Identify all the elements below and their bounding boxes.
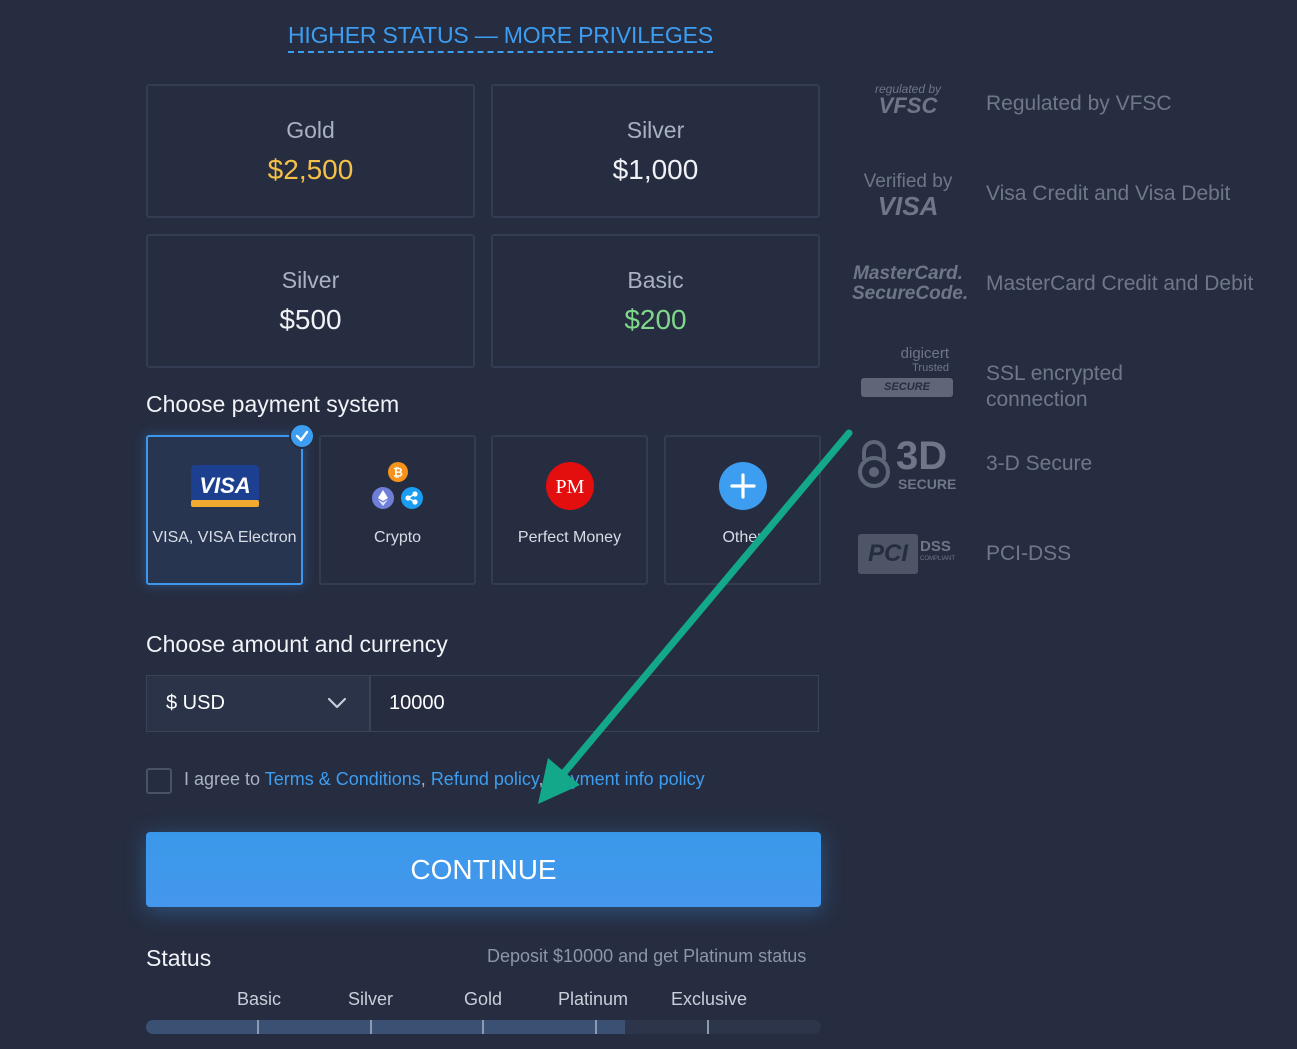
progress-tick <box>595 1020 597 1034</box>
logo-text: Verified by <box>863 171 953 192</box>
tier-name: Silver <box>626 116 685 143</box>
visa-icon: VISA <box>190 461 260 511</box>
tier-card-silver-500[interactable]: Silver $500 <box>146 234 475 368</box>
logo-text: SECURE <box>898 476 957 492</box>
agree-separator: , <box>420 769 431 789</box>
vfsc-icon: regulated by VFSC <box>858 82 958 118</box>
trust-label-pci-dss: PCI-DSS <box>986 542 1072 565</box>
status-progress-fill <box>146 1020 626 1034</box>
progress-tick <box>482 1020 484 1034</box>
svg-text:₿: ₿ <box>393 466 403 480</box>
logo-text: 3D <box>896 434 948 478</box>
plus-icon <box>718 461 768 511</box>
terms-link[interactable]: Terms & Conditions <box>265 769 421 789</box>
tier-name: Gold <box>286 116 335 143</box>
svg-text:PM: PM <box>555 476 584 498</box>
payment-method-perfect-money[interactable]: PM Perfect Money <box>491 435 648 585</box>
pci-dss-icon: PCI DSS COMPLIANT <box>858 534 962 574</box>
payment-method-crypto[interactable]: ₿ Crypto <box>319 435 476 585</box>
logo-text: VFSC <box>878 93 938 118</box>
higher-status-link[interactable]: HIGHER STATUS — MORE PRIVILEGES <box>288 22 713 53</box>
selected-check-icon <box>289 423 315 449</box>
logo-text: Trusted <box>912 362 949 374</box>
progress-tick <box>257 1020 259 1034</box>
tier-card-silver-1000[interactable]: Silver $1,000 <box>491 84 820 218</box>
logo-text: PCI <box>858 534 918 574</box>
continue-button[interactable]: CONTINUE <box>146 832 821 907</box>
status-note: Deposit $10000 and get Platinum status <box>487 946 807 966</box>
tier-card-gold[interactable]: Gold $2,500 <box>146 84 475 218</box>
tier-name: Basic <box>627 266 684 293</box>
tier-amount: $200 <box>624 303 687 335</box>
status-stage-platinum: Platinum <box>558 989 629 1009</box>
logo-text: COMPLIANT <box>920 556 956 562</box>
tier-card-basic[interactable]: Basic $200 <box>491 234 820 368</box>
currency-select[interactable]: $ USD <box>146 675 370 732</box>
logo-text: DSS <box>920 538 951 555</box>
status-title: Status <box>146 945 212 971</box>
chevron-down-icon <box>327 692 347 715</box>
refund-policy-link[interactable]: Refund policy <box>431 769 539 789</box>
progress-tick <box>707 1020 709 1034</box>
payment-method-label: Other <box>722 529 763 546</box>
payment-section-title: Choose payment system <box>146 391 400 417</box>
agree-separator: , <box>538 769 549 789</box>
perfect-money-icon: PM <box>545 461 595 511</box>
payment-method-other[interactable]: Other <box>664 435 821 585</box>
payment-method-visa[interactable]: VISA VISA, VISA Electron <box>146 423 315 585</box>
logo-text: VISA <box>877 191 939 221</box>
logo-text: SecureCode. <box>852 283 969 304</box>
status-stage-silver: Silver <box>348 989 394 1009</box>
crypto-icon: ₿ <box>368 461 428 511</box>
mastercard-securecode-icon: MasterCard. SecureCode. <box>852 263 969 304</box>
verified-by-visa-icon: Verified by VISA <box>856 171 960 219</box>
tier-amount: $2,500 <box>267 153 354 185</box>
payment-method-label: Perfect Money <box>517 529 622 546</box>
progress-tick <box>370 1020 372 1034</box>
amount-section-title: Choose amount and currency <box>146 631 448 657</box>
logo-text: MasterCard. <box>853 263 963 284</box>
agree-text: I agree to Terms & Conditions, Refund po… <box>184 769 705 790</box>
trust-label-ssl: SSL encrypted connection <box>986 362 1123 411</box>
amount-input[interactable] <box>370 675 819 732</box>
payment-info-policy-link[interactable]: Payment info policy <box>549 769 705 789</box>
payment-method-label: Crypto <box>373 529 422 546</box>
trust-label-mastercard: MasterCard Credit and Debit <box>986 272 1254 295</box>
agree-prefix: I agree to <box>184 769 265 789</box>
tier-amount: $500 <box>279 303 342 335</box>
logo-text: SECURE <box>861 378 953 397</box>
status-stage-basic: Basic <box>237 989 282 1009</box>
trust-label-3d-secure: 3-D Secure <box>986 452 1093 475</box>
digicert-icon: digicert Trusted SECURE <box>861 346 953 397</box>
status-stage-gold: Gold <box>464 989 503 1009</box>
trust-label-visa: Visa Credit and Visa Debit <box>986 182 1231 205</box>
agree-checkbox[interactable] <box>146 768 172 794</box>
svg-text:VISA: VISA <box>199 473 250 498</box>
trust-label-vfsc: Regulated by VFSC <box>986 92 1172 115</box>
logo-text: digicert <box>900 345 949 362</box>
currency-value: $ USD <box>166 692 225 714</box>
tier-name: Silver <box>281 266 340 293</box>
payment-method-label: VISA, VISA Electron <box>152 529 297 546</box>
status-stage-exclusive: Exclusive <box>671 989 748 1009</box>
tier-amount: $1,000 <box>612 153 699 185</box>
